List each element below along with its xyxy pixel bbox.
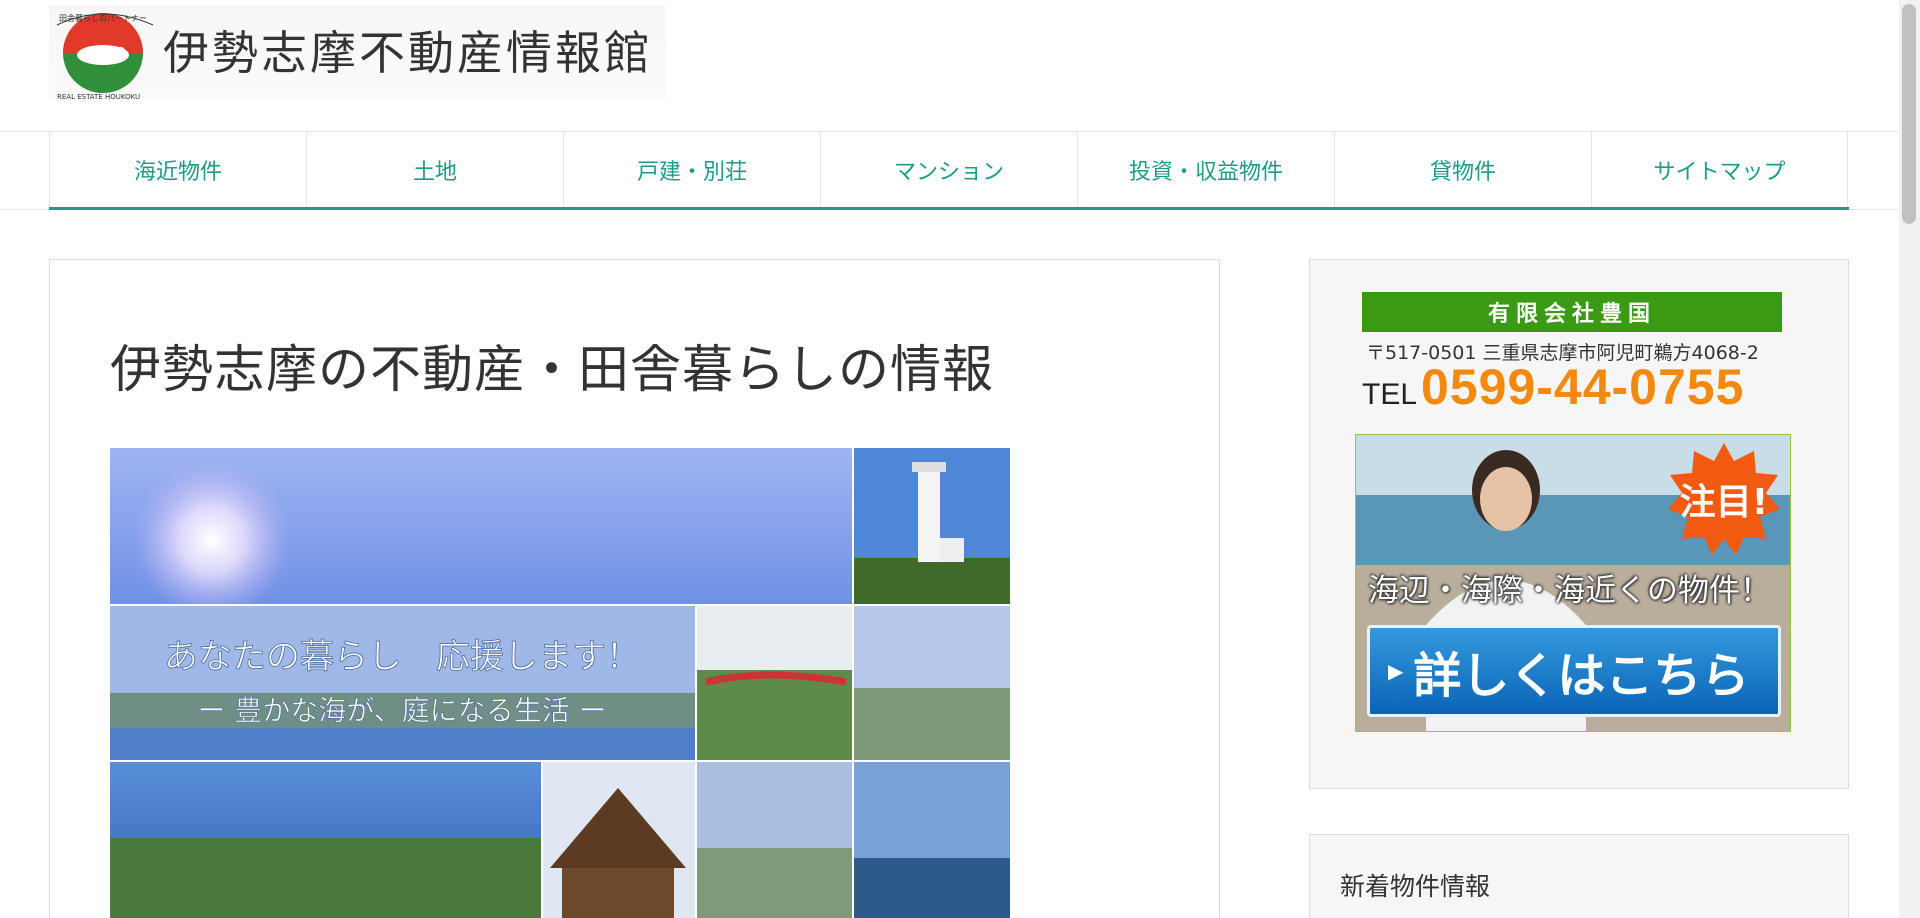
hero-headline: あなたの暮らし 応援します！ [164, 637, 640, 677]
hero-subline: ー 豊かな海が、庭になる生活 ー [197, 694, 606, 727]
tel-number[interactable]: 0599-44-0755 [1421, 358, 1744, 416]
nav-item-investment[interactable]: 投資・収益物件 [1077, 132, 1334, 207]
nav-item-houses-villas[interactable]: 戸建・別荘 [563, 132, 820, 207]
details-button-label: 詳しくはこちら [1413, 648, 1750, 704]
logo-tagline: 田舎暮らしのパートナー [59, 13, 147, 23]
promo-tagline: 海辺・海際・海近くの物件！ [1368, 573, 1771, 609]
scrollbar-thumb[interactable] [1902, 4, 1916, 224]
hero-banner-image[interactable]: あなたの暮らし 応援します！ ー 豊かな海が、庭になる生活 ー [110, 448, 1010, 918]
main-nav-bar: 海近物件 土地 戸建・別荘 マンション 投資・収益物件 貸物件 サイトマップ [0, 131, 1898, 210]
play-arrow-icon: ▶ [1388, 659, 1404, 683]
nav-item-sea-near[interactable]: 海近物件 [49, 132, 306, 207]
news-widget-title: 新着物件情報 [1340, 872, 1491, 901]
sidebar-company-widget: 有限会社豊国 〒517-0501 三重県志摩市阿児町鵜方4068-2 TEL 0… [1309, 259, 1849, 789]
company-name-banner: 有限会社豊国 [1362, 292, 1782, 332]
nav-item-mansion[interactable]: マンション [820, 132, 1077, 207]
page-title: 伊勢志摩の不動産・田舎暮らしの情報 [110, 341, 995, 400]
main-nav: 海近物件 土地 戸建・別荘 マンション 投資・収益物件 貸物件 サイトマップ [49, 132, 1849, 210]
nav-item-rental[interactable]: 貸物件 [1334, 132, 1591, 207]
nav-item-land[interactable]: 土地 [306, 132, 563, 207]
page-scrollbar[interactable] [1899, 0, 1920, 918]
company-phone[interactable]: TEL 0599-44-0755 [1362, 358, 1744, 416]
logo-english-name: REAL ESTATE HOUKOKU [57, 93, 140, 101]
site-logo[interactable]: 田舎暮らしのパートナー REAL ESTATE HOUKOKU 伊勢志摩不動産情… [49, 5, 666, 101]
tel-label: TEL [1362, 378, 1418, 411]
logo-emblem-icon: 田舎暮らしのパートナー REAL ESTATE HOUKOKU [49, 5, 157, 101]
main-content: 伊勢志摩の不動産・田舎暮らしの情報 あなたの暮らし 応援します！ ー 豊かな海が… [49, 259, 1220, 918]
sidebar-news-widget: 新着物件情報 [1309, 834, 1849, 918]
attention-badge-text: 注目! [1679, 482, 1769, 523]
nav-item-sitemap[interactable]: サイトマップ [1591, 132, 1848, 207]
details-button[interactable]: ▶ 詳しくはこちら [1367, 625, 1781, 717]
site-title: 伊勢志摩不動産情報館 [163, 26, 653, 80]
attention-badge: 注目! [1666, 441, 1782, 557]
sea-property-promo-banner[interactable]: 注目! 海辺・海際・海近くの物件！ ▶ 詳しくはこちら [1355, 434, 1791, 732]
